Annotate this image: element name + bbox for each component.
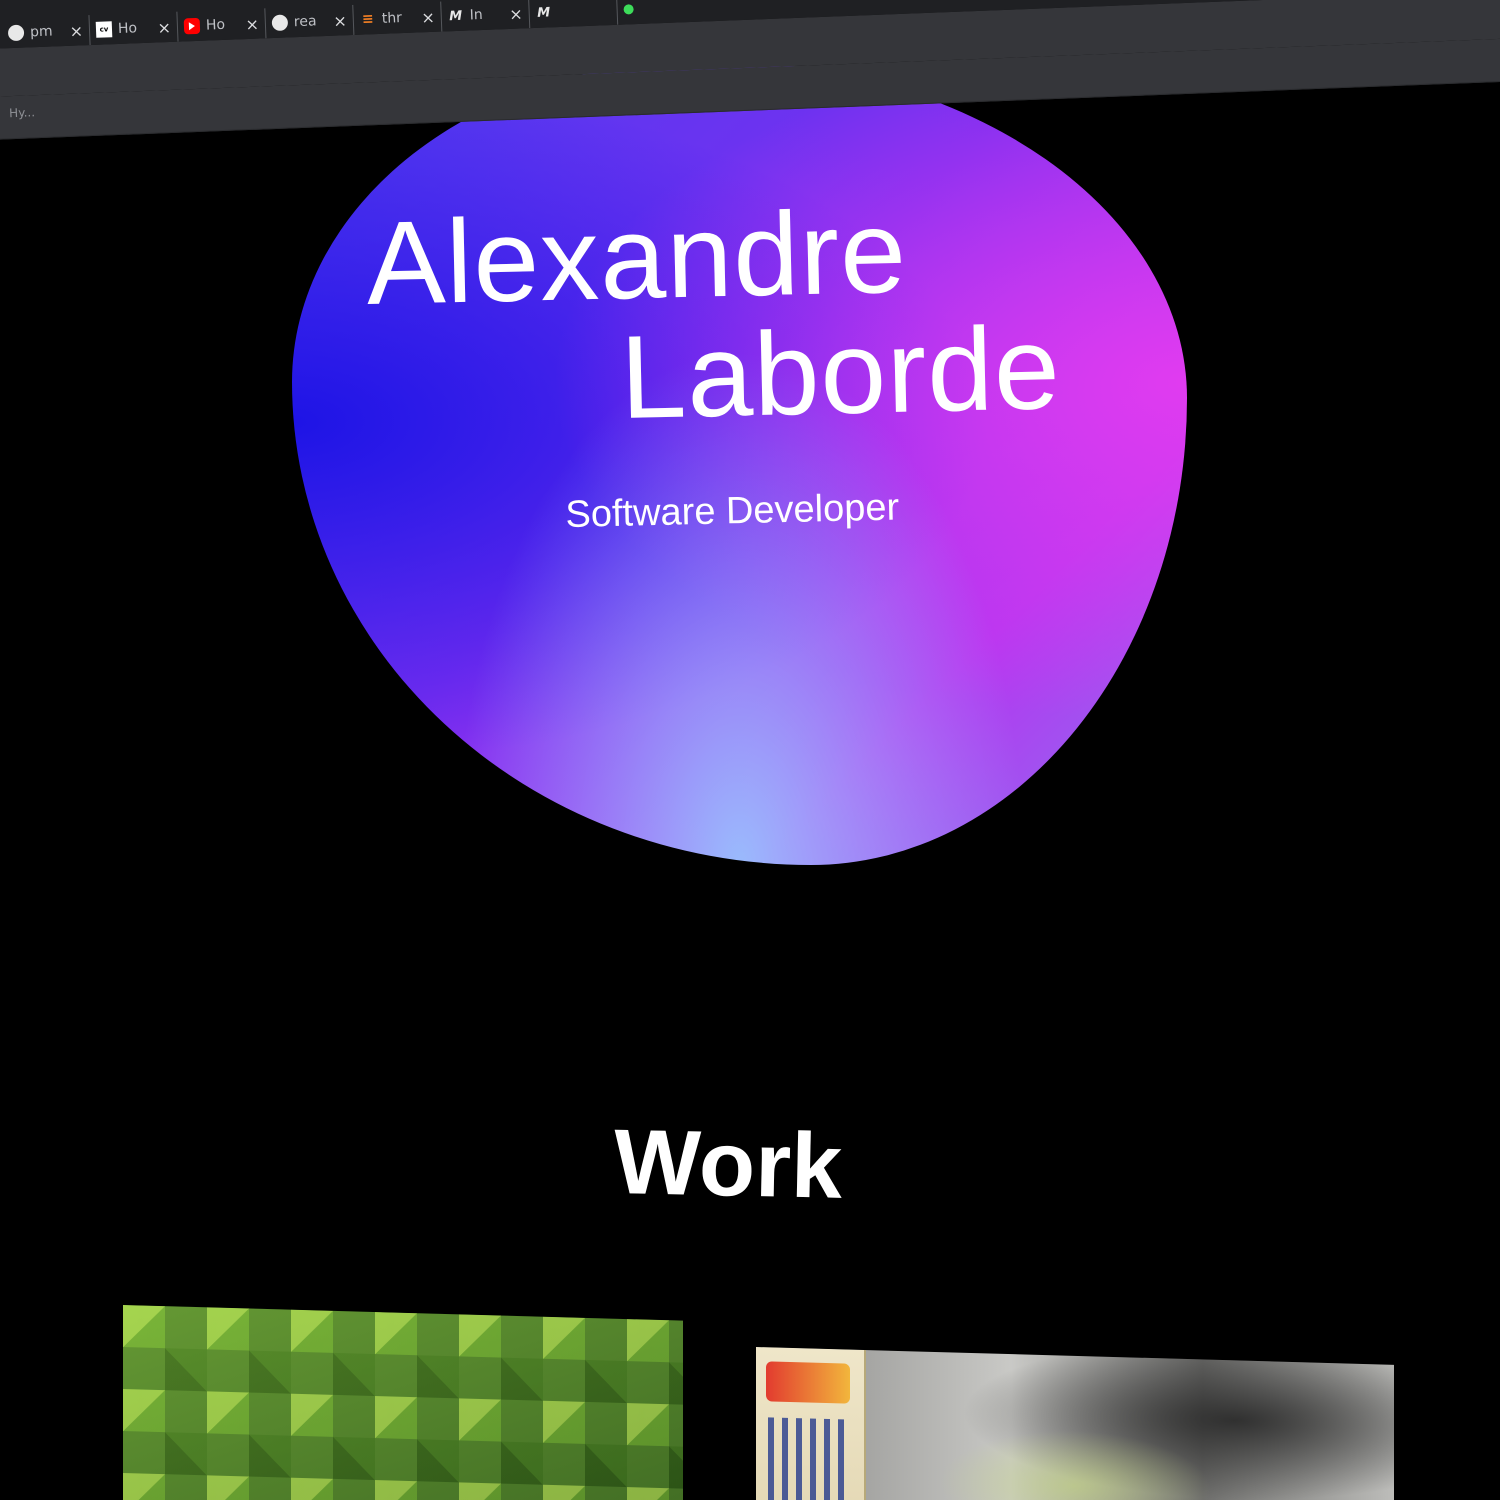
close-icon[interactable]: × [157, 17, 171, 37]
tab-cv-home[interactable]: cv Ho × [89, 11, 179, 46]
bookmark-item[interactable]: Hy... [9, 105, 35, 120]
tab-medium-in[interactable]: M In × [441, 0, 531, 32]
work-section-title: Work [612, 1110, 844, 1218]
tab-title: thr [381, 10, 403, 27]
tab-title [558, 10, 611, 12]
github-icon [271, 14, 289, 32]
portfolio-page: Alexandre Laborde Software Developer Wor… [0, 0, 1500, 1500]
work-item-green-cubes[interactable] [123, 1305, 683, 1500]
tab-title: Ho [205, 16, 226, 34]
youtube-icon [183, 17, 201, 35]
tab-medium-partial[interactable]: M [529, 0, 619, 29]
close-icon[interactable]: × [69, 21, 83, 41]
work-item-japanese-poster[interactable] [756, 1347, 1394, 1500]
poster-logo [766, 1361, 850, 1404]
tab-stackoverflow-thr[interactable]: ≡ thr × [353, 1, 443, 35]
tab-title: Ho [117, 20, 138, 37]
tab-title: In [469, 6, 484, 24]
medium-icon: M [536, 4, 551, 21]
github-icon [7, 24, 25, 42]
tab-title: rea [293, 13, 317, 31]
close-icon[interactable]: × [333, 11, 347, 31]
tab-youtube-home[interactable]: Ho × [177, 8, 267, 42]
tab-github-rea[interactable]: rea × [265, 4, 355, 39]
poster-side-strip [756, 1347, 866, 1500]
hero-subtitle: Software Developer [565, 486, 900, 537]
cv-icon: cv [95, 21, 113, 38]
tab-github-pm[interactable]: pm × [1, 15, 91, 49]
screenshot-scene: Alexandre Laborde Software Developer Wor… [0, 0, 1500, 1500]
close-icon[interactable]: × [421, 7, 435, 27]
tab-title: pm [29, 23, 53, 41]
close-icon[interactable]: × [509, 4, 523, 24]
medium-icon: M [448, 8, 463, 24]
poster-text-columns [768, 1417, 852, 1500]
hero-gradient-blob [292, 60, 1187, 865]
close-icon[interactable]: × [245, 14, 259, 34]
stackoverflow-icon: ≡ [361, 11, 374, 28]
hero-last-name: Laborde [618, 302, 1062, 445]
status-dot-icon [623, 4, 634, 15]
